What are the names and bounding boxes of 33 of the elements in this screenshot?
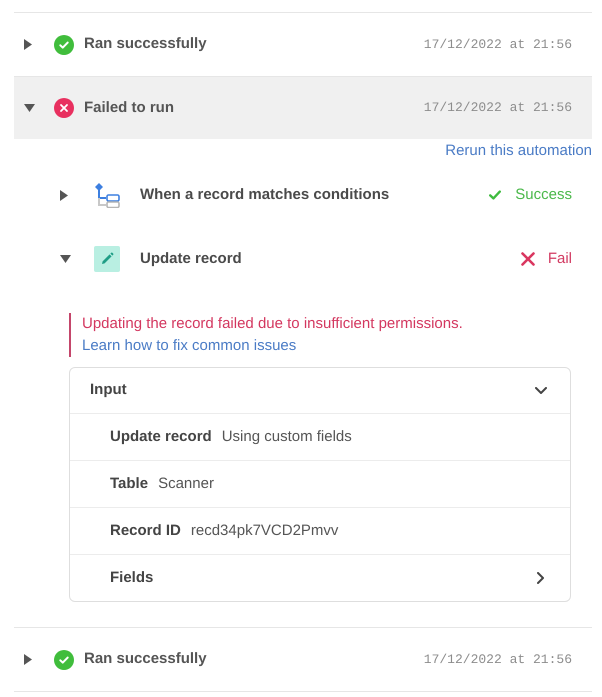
- field-value: recd34pk7VCD2Pmvv: [190, 520, 338, 541]
- chevron-right-icon: [537, 572, 545, 584]
- step-row[interactable]: Update record Fail: [14, 227, 592, 291]
- step-title: When a record matches conditions: [140, 184, 390, 205]
- run-timestamp: 17/12/2022 at 21:56: [424, 99, 572, 118]
- run-row[interactable]: Failed to run 17/12/2022 at 21:56: [14, 77, 592, 139]
- run-status-label: Ran successfully: [84, 34, 207, 54]
- x-circle-icon: [54, 98, 74, 118]
- step-status: Success: [515, 184, 572, 205]
- run-timestamp: 17/12/2022 at 21:56: [424, 650, 572, 669]
- check-icon: [489, 190, 502, 200]
- fields-toggle[interactable]: Fields: [70, 555, 570, 601]
- pencil-icon: [94, 246, 120, 272]
- rerun-link[interactable]: Rerun this automation: [445, 141, 592, 161]
- run-timestamp: 17/12/2022 at 21:56: [424, 36, 572, 54]
- chevron-down-icon: [535, 386, 547, 394]
- step-title: Update record: [140, 248, 242, 269]
- field-value: Scanner: [158, 474, 214, 494]
- field-value: Using custom fields: [222, 426, 352, 447]
- x-icon: [520, 252, 535, 266]
- check-circle-icon: [54, 650, 74, 670]
- run-status-label: Ran successfully: [84, 649, 207, 670]
- input-section-toggle[interactable]: Input: [70, 368, 570, 413]
- step-status: Fail: [548, 248, 572, 269]
- help-link[interactable]: Learn how to fix common issues: [82, 335, 296, 357]
- check-circle-icon: [54, 34, 74, 54]
- run-status-label: Failed to run: [84, 98, 174, 118]
- field-label: Update record: [110, 426, 212, 447]
- branch-diagram-icon: [94, 182, 120, 208]
- error-message: Updating the record failed due to insufficient permissions.: [82, 314, 463, 334]
- field-label: Table: [110, 474, 148, 494]
- step-row[interactable]: When a record matches conditions Success: [14, 163, 592, 227]
- field-label: Record ID: [110, 520, 181, 541]
